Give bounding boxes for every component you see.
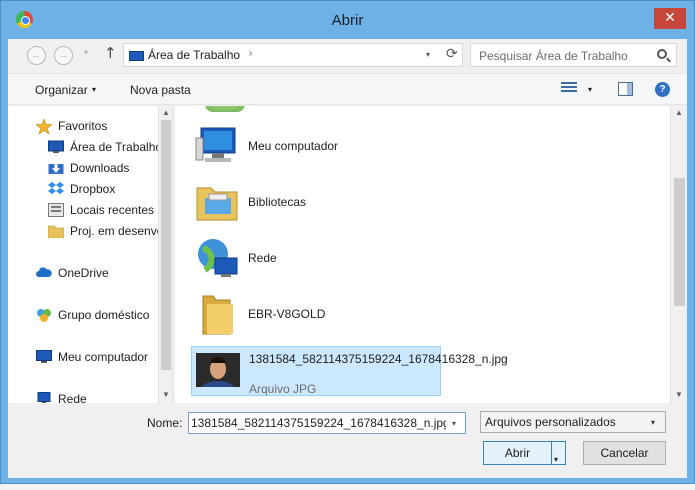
file-name-label: Nome: [147, 416, 183, 430]
recent-locations-dropdown[interactable]: ▾ [84, 48, 88, 57]
downloads-icon [48, 161, 64, 175]
navigation-pane: Favoritos Área de Trabalho Downloads Dro… [8, 106, 173, 403]
view-options-icon[interactable] [561, 82, 577, 96]
file-name: EBR-V8GOLD [248, 307, 326, 321]
file-type-value: Arquivos personalizados [485, 415, 616, 429]
search-box[interactable]: Pesquisar Área de Trabalho [470, 43, 677, 67]
scroll-down-icon[interactable]: ▼ [675, 390, 683, 399]
chevron-right-icon[interactable]: › [249, 48, 252, 59]
file-list-scrollbar[interactable]: ▲ ▼ [670, 106, 687, 403]
list-item-selected[interactable]: 1381584_582114375159224_1678416328_n.jpg… [191, 346, 508, 396]
search-input[interactable]: Pesquisar Área de Trabalho [479, 49, 628, 63]
list-item[interactable]: EBR-V8GOLD [191, 290, 445, 340]
homegroup-icon [36, 308, 52, 322]
address-bar[interactable]: Área de Trabalho › ▾ ⟳ [123, 43, 463, 67]
dialog-body: ← → ▾ ↑ Área de Trabalho › ▾ ⟳ Pesquisar… [8, 39, 687, 478]
address-path[interactable]: Área de Trabalho [148, 48, 240, 62]
desktop-icon [48, 140, 64, 154]
recent-places-icon [48, 203, 64, 217]
list-item[interactable]: Meu computador [191, 122, 445, 172]
onedrive-icon [36, 266, 52, 280]
desktop-icon [129, 51, 144, 61]
folder-icon [195, 292, 239, 336]
sidebar-item-label: Favoritos [58, 119, 108, 133]
file-name-input[interactable] [191, 415, 446, 431]
list-item[interactable]: Rede [191, 234, 445, 284]
scroll-up-icon[interactable]: ▲ [162, 108, 170, 117]
sidebar-item-label: Área de Trabalho [70, 140, 163, 154]
dialog-title: Abrir [331, 12, 364, 29]
list-item[interactable]: Bibliotecas [191, 178, 445, 228]
file-name: Meu computador [248, 139, 339, 153]
sidebar-item-label: Grupo doméstico [58, 308, 150, 322]
open-options-dropdown[interactable]: ▾ [554, 449, 558, 471]
help-icon[interactable]: ? [655, 82, 670, 97]
sidebar-scrollbar[interactable]: ▲ ▼ [158, 106, 172, 403]
sidebar-item-label: Dropbox [70, 182, 116, 196]
file-list: Meu computador Bibliotecas Rede EBR-V8GO… [175, 106, 670, 403]
file-name: Rede [248, 251, 277, 265]
dropbox-icon [48, 182, 64, 196]
back-button[interactable]: ← [27, 46, 46, 65]
open-button-label: Abrir [504, 446, 531, 460]
scroll-thumb[interactable] [161, 120, 171, 370]
sidebar-item-label: Downloads [70, 161, 130, 175]
forward-button[interactable]: → [54, 46, 73, 65]
libraries-icon [195, 180, 239, 224]
sidebar-item-label: Locais recentes [70, 203, 155, 217]
preview-pane-icon[interactable] [618, 82, 633, 96]
close-button[interactable]: ✕ [654, 8, 686, 29]
scroll-down-icon[interactable]: ▼ [162, 390, 170, 399]
file-name: 1381584_582114375159224_1678416328_n.jpg [249, 352, 508, 366]
network-icon [195, 236, 239, 280]
star-icon [35, 118, 53, 135]
scroll-thumb[interactable] [674, 178, 685, 306]
search-icon[interactable] [657, 49, 667, 59]
command-bar: Organizar ▾ Nova pasta ▾ ? [8, 73, 687, 105]
folder-icon [47, 224, 65, 239]
refresh-icon[interactable]: ⟳ [446, 46, 458, 62]
sidebar-item-label: OneDrive [58, 266, 109, 280]
file-type-select[interactable]: Arquivos personalizados ▾ [480, 411, 666, 433]
cancel-button[interactable]: Cancelar [583, 441, 666, 465]
chevron-down-icon[interactable]: ▾ [92, 85, 96, 94]
organize-button[interactable]: Organizar [35, 83, 88, 97]
sidebar-item-label: Rede [58, 392, 87, 403]
split-divider [551, 442, 552, 464]
new-folder-button[interactable]: Nova pasta [130, 83, 191, 97]
open-dialog: Abrir ✕ ← → ▾ ↑ Área de Trabalho › ▾ ⟳ P… [0, 0, 695, 484]
title-bar[interactable]: Abrir ✕ [1, 1, 694, 39]
sidebar-item-label: Meu computador [58, 350, 149, 364]
computer-icon [36, 350, 52, 364]
address-dropdown[interactable]: ▾ [426, 50, 430, 59]
chevron-down-icon[interactable]: ▾ [452, 419, 456, 428]
file-type-label: Arquivo JPG [249, 382, 317, 396]
up-button[interactable]: ↑ [104, 44, 117, 62]
view-dropdown[interactable]: ▾ [588, 85, 592, 94]
photo-thumbnail [196, 349, 240, 393]
scroll-up-icon[interactable]: ▲ [675, 108, 683, 117]
file-name: Bibliotecas [248, 195, 307, 209]
file-name-field[interactable]: ▾ [188, 412, 466, 434]
partially-visible-icon [205, 106, 245, 112]
chevron-down-icon[interactable]: ▾ [651, 418, 655, 427]
computer-icon [195, 124, 239, 168]
open-button[interactable]: Abrir ▾ [483, 441, 566, 465]
network-icon [36, 392, 52, 403]
